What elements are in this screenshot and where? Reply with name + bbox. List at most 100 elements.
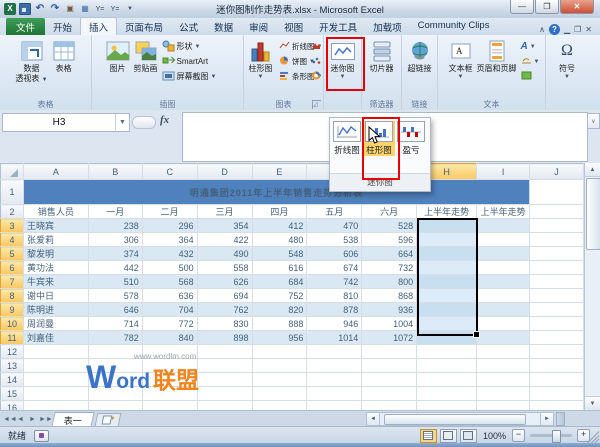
screenshot-button[interactable]: 屏幕截图 ▼ (160, 69, 232, 84)
cell-C8[interactable]: 636 (142, 288, 198, 303)
signature-line-button[interactable]: ▼ (519, 54, 539, 69)
formula-y1-icon[interactable]: Y= (94, 3, 106, 15)
vertical-scrollbar[interactable]: ▲ ▼ (584, 163, 600, 410)
cell-H5[interactable] (416, 246, 478, 261)
cell-F10[interactable]: 946 (306, 316, 363, 331)
normal-view-button[interactable] (419, 428, 437, 443)
row-header-10[interactable]: 10 (0, 316, 24, 331)
cell-J1[interactable] (529, 179, 584, 205)
cell-H4[interactable] (416, 232, 478, 247)
cell-D11[interactable]: 898 (197, 330, 253, 345)
picture-button[interactable]: 图片 (104, 37, 132, 98)
clipart-button[interactable]: 剪贴画 (132, 37, 160, 98)
insert-function-button[interactable]: fx (160, 114, 169, 126)
cell[interactable] (306, 400, 363, 410)
cell-E5[interactable]: 548 (252, 246, 308, 261)
column-chart-button[interactable]: 柱形图 ▼ (244, 37, 277, 98)
row-header-16[interactable]: 16 (0, 400, 24, 410)
cell[interactable] (197, 400, 253, 410)
cell[interactable] (88, 400, 143, 410)
zoom-level[interactable]: 100% (483, 431, 506, 441)
zoom-slider-thumb[interactable] (552, 430, 561, 443)
expand-formula-bar-icon[interactable]: ∨ (587, 113, 600, 129)
row-header-4[interactable]: 4 (0, 232, 24, 247)
first-sheet-icon[interactable]: ◄◄ (3, 416, 17, 423)
cell-E3[interactable]: 412 (252, 218, 308, 233)
cell[interactable] (361, 400, 418, 410)
horizontal-scrollbar[interactable]: ◄ ► (366, 412, 565, 426)
close-button[interactable]: ✕ (560, 0, 594, 14)
cell-E4[interactable]: 480 (252, 232, 308, 247)
header-cell-B2[interactable]: 一月 (88, 204, 143, 219)
cell-J9[interactable] (529, 302, 584, 317)
cell[interactable] (476, 372, 531, 387)
cell-G8[interactable]: 868 (361, 288, 418, 303)
row-header-3[interactable]: 3 (0, 218, 24, 233)
tab-addins[interactable]: 加载项 (365, 18, 410, 35)
cell-B3[interactable]: 238 (88, 218, 143, 233)
row-header-6[interactable]: 6 (0, 260, 24, 275)
tab-community-clips[interactable]: Community Clips (410, 18, 498, 35)
sheet-tab-active[interactable]: 表一 (51, 411, 95, 427)
header-cell-H2[interactable]: 上半年走势 (416, 204, 478, 219)
cell[interactable] (306, 358, 363, 373)
row-header-15[interactable]: 15 (0, 386, 24, 401)
menu-item-winloss-sparkline[interactable]: 盈亏 (395, 121, 427, 156)
cell[interactable] (361, 372, 418, 387)
cell-I4[interactable] (476, 232, 531, 247)
cell[interactable] (476, 358, 531, 373)
smartart-button[interactable]: SmartArt (160, 54, 232, 69)
cell-C5[interactable]: 432 (142, 246, 198, 261)
cell-E9[interactable]: 820 (252, 302, 308, 317)
hyperlink-button[interactable]: 超链接 (406, 37, 434, 98)
column-header-A[interactable]: A (22, 163, 89, 180)
cell-E6[interactable]: 616 (252, 260, 308, 275)
cell[interactable] (416, 386, 478, 401)
cell-E8[interactable]: 752 (252, 288, 308, 303)
header-cell-I2[interactable]: 上半年走势 (476, 204, 531, 219)
tab-split-handle[interactable] (556, 412, 565, 426)
symbol-button[interactable]: Ω 符号 ▼ (557, 37, 577, 98)
cell-E7[interactable]: 684 (252, 274, 308, 289)
undo-icon[interactable]: ↶ (34, 3, 46, 15)
cell-A11[interactable]: 刘嘉佳 (23, 330, 89, 345)
column-header-B[interactable]: B (87, 163, 143, 180)
cell-I11[interactable] (476, 330, 531, 345)
column-header-E[interactable]: E (251, 163, 308, 180)
hscroll-left-icon[interactable]: ◄ (366, 412, 380, 426)
cell-A10[interactable]: 周润曼 (23, 316, 89, 331)
cell[interactable] (252, 386, 308, 401)
cell[interactable] (361, 386, 418, 401)
cell-I10[interactable] (476, 316, 531, 331)
tab-data[interactable]: 数据 (206, 18, 241, 35)
cell-C7[interactable]: 568 (142, 274, 198, 289)
cell-F5[interactable]: 606 (306, 246, 363, 261)
formula-y2-icon[interactable]: Y= (109, 3, 121, 15)
table-button[interactable]: 表格 (50, 37, 78, 98)
cell-C4[interactable]: 364 (142, 232, 198, 247)
header-cell-C2[interactable]: 二月 (142, 204, 198, 219)
cell-H10[interactable] (416, 316, 478, 331)
cell-B6[interactable]: 442 (88, 260, 143, 275)
workbook-close-icon[interactable]: ✕ (585, 25, 592, 34)
cell-C3[interactable]: 296 (142, 218, 198, 233)
cell[interactable] (416, 372, 478, 387)
area-chart-button[interactable] (309, 39, 323, 54)
column-header-D[interactable]: D (196, 163, 253, 180)
cell[interactable] (252, 358, 308, 373)
cell[interactable] (252, 344, 308, 359)
cell-C9[interactable]: 704 (142, 302, 198, 317)
row-header-11[interactable]: 11 (0, 330, 24, 345)
cell-B5[interactable]: 374 (88, 246, 143, 261)
cell-J10[interactable] (529, 316, 584, 331)
prev-sheet-icon[interactable]: ◄ (15, 416, 26, 423)
cell-I7[interactable] (476, 274, 531, 289)
cell-D4[interactable]: 422 (197, 232, 253, 247)
cell-G9[interactable]: 936 (361, 302, 418, 317)
cell-E10[interactable]: 888 (252, 316, 308, 331)
cell-F4[interactable]: 538 (306, 232, 363, 247)
tab-file[interactable]: 文件 (6, 18, 46, 35)
scroll-up-icon[interactable]: ▲ (585, 163, 600, 177)
row-header-14[interactable]: 14 (0, 372, 24, 387)
cell-J3[interactable] (529, 218, 584, 233)
